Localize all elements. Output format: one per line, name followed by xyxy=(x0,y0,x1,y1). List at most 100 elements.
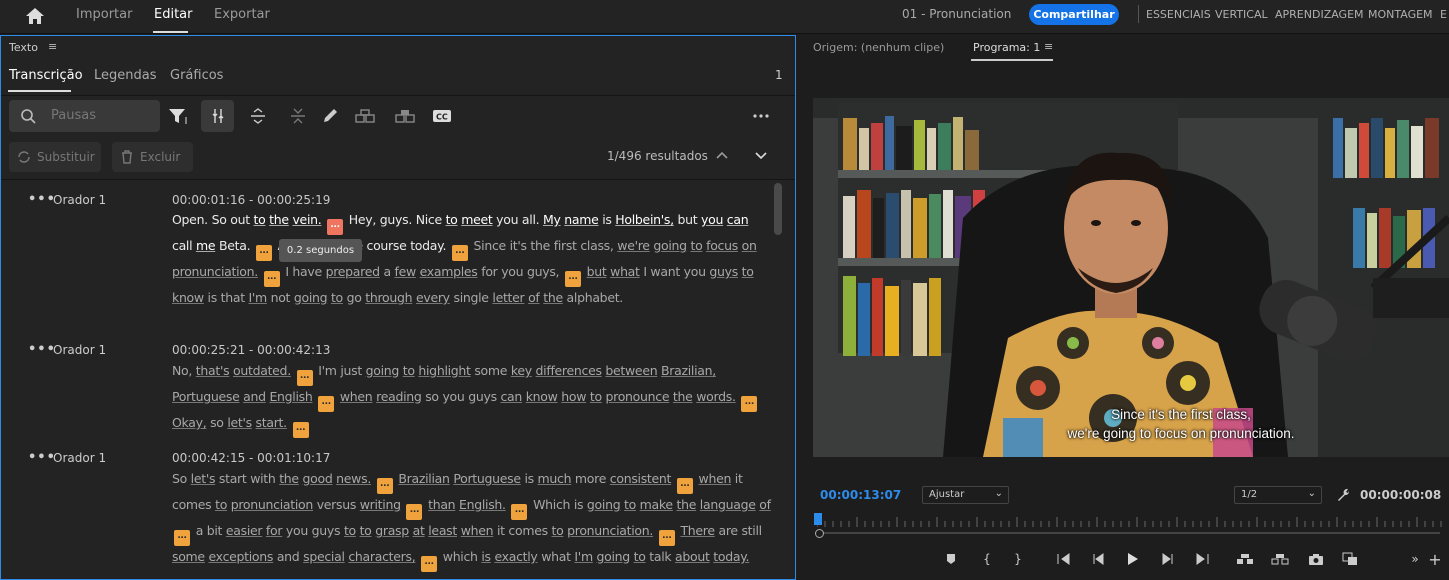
transcript-word[interactable]: can xyxy=(727,212,749,227)
transcript-word[interactable]: is xyxy=(208,290,218,305)
transcript-word[interactable]: to xyxy=(690,238,702,253)
zoom-handle[interactable] xyxy=(815,529,824,538)
tab-import[interactable]: Importar xyxy=(76,7,132,22)
transcript-word[interactable]: Brazilian, xyxy=(661,363,716,378)
playhead-timecode[interactable]: 00:00:13:07 xyxy=(820,488,901,502)
delete-button[interactable]: Excluir xyxy=(112,142,193,172)
workspace-editing[interactable]: MONTAGEM xyxy=(1368,8,1433,21)
step-forward-icon[interactable] xyxy=(1159,551,1177,567)
transcript-word[interactable]: you xyxy=(501,264,523,279)
transcript-word[interactable]: to xyxy=(215,497,227,512)
transcript-word[interactable]: course xyxy=(367,238,407,253)
transcript-word[interactable]: guys. xyxy=(380,212,413,227)
home-icon[interactable] xyxy=(24,6,46,26)
search-input[interactable]: Pausas xyxy=(9,100,160,132)
transcript-word[interactable]: when xyxy=(461,523,494,538)
transcript-word[interactable]: what xyxy=(610,264,640,279)
transcript-word[interactable]: start xyxy=(219,471,247,486)
add-button-icon[interactable]: + xyxy=(1426,550,1444,569)
transcript-word[interactable]: go xyxy=(347,290,362,305)
transcript-word[interactable]: Open. xyxy=(172,212,208,227)
transcript-word[interactable]: are xyxy=(718,523,738,538)
transcript-word[interactable]: of xyxy=(528,290,540,305)
transcript-word[interactable]: good xyxy=(303,471,333,486)
transcript-word[interactable]: not xyxy=(271,290,291,305)
transcript-word[interactable]: between xyxy=(605,363,657,378)
program-menu-icon[interactable]: ≡ xyxy=(1044,40,1053,53)
transcript-text-1[interactable]: Open. So out to the vein. ... Hey, guys.… xyxy=(172,209,772,308)
transcript-word[interactable]: when xyxy=(699,471,732,486)
transcript-word[interactable]: a xyxy=(196,523,204,538)
transcript-word[interactable]: focus xyxy=(706,238,738,253)
transcript-word[interactable]: out xyxy=(230,212,250,227)
transcript-word[interactable]: guys xyxy=(468,389,497,404)
transcript-word[interactable]: pronunciation. xyxy=(172,264,258,279)
transcript-word[interactable]: Holbein's, xyxy=(615,212,674,227)
transcript-word[interactable]: to xyxy=(624,497,636,512)
workspace-more[interactable]: E xyxy=(1440,8,1447,21)
transcript-word[interactable]: English. xyxy=(459,497,506,512)
transcript-word[interactable]: I'm xyxy=(574,549,593,564)
transcript-word[interactable]: when xyxy=(340,389,373,404)
transcript-word[interactable]: to xyxy=(254,212,266,227)
transcript-word[interactable]: prepared xyxy=(326,264,380,279)
transcript-word[interactable]: me xyxy=(196,238,216,253)
transcript-word[interactable]: single xyxy=(453,290,489,305)
transcript-word[interactable]: Okay, xyxy=(172,415,207,430)
chevron-down-icon[interactable] xyxy=(754,148,768,162)
transcript-word[interactable]: first xyxy=(554,238,577,253)
transcript-word[interactable]: call xyxy=(172,238,193,253)
transcript-word[interactable]: is xyxy=(602,212,612,227)
transcript-word[interactable]: going xyxy=(366,363,400,378)
transcript-word[interactable]: it's xyxy=(510,238,527,253)
transcript-word[interactable]: to xyxy=(403,363,415,378)
transcript-word[interactable]: to xyxy=(634,549,646,564)
resolution-dropdown[interactable]: 1/2 ⌄ xyxy=(1234,486,1322,504)
transcript-word[interactable]: I'm xyxy=(318,363,337,378)
pencil-icon[interactable] xyxy=(316,100,344,132)
transcript-word[interactable]: So xyxy=(212,212,227,227)
transcript-word[interactable]: it xyxy=(735,471,743,486)
pause-marker[interactable]: ... xyxy=(327,219,344,235)
transcript-word[interactable]: words. xyxy=(696,389,736,404)
transcript-word[interactable]: Brazilian xyxy=(398,471,450,486)
transcript-word[interactable]: some xyxy=(172,549,205,564)
transcript-word[interactable]: to xyxy=(331,290,343,305)
transcript-word[interactable]: No, xyxy=(172,363,192,378)
transcript-word[interactable]: to xyxy=(552,523,564,538)
transcript-word[interactable]: to xyxy=(344,523,356,538)
fit-dropdown[interactable]: Ajustar ⌄ xyxy=(922,486,1009,504)
transcript-word[interactable]: the xyxy=(676,497,696,512)
transcript-word[interactable]: consistent xyxy=(610,471,672,486)
transcript-word[interactable]: let's xyxy=(191,471,216,486)
pause-marker[interactable]: ... xyxy=(318,396,335,412)
transcript-word[interactable]: Nice xyxy=(416,212,442,227)
transcript-word[interactable]: vein. xyxy=(292,212,321,227)
transcript-word[interactable]: the xyxy=(673,389,693,404)
speaker-menu-icon[interactable]: ••• xyxy=(28,192,56,207)
transcript-word[interactable]: so xyxy=(210,415,224,430)
transcript-word[interactable]: than xyxy=(428,497,456,512)
scrollbar[interactable] xyxy=(774,183,782,235)
comparison-view-icon[interactable] xyxy=(1341,551,1359,567)
collapse-icon[interactable] xyxy=(284,100,312,132)
pause-marker[interactable]: ... xyxy=(564,271,581,287)
go-to-out-icon[interactable] xyxy=(1193,551,1211,567)
playhead[interactable] xyxy=(814,513,822,525)
transcript-word[interactable]: about xyxy=(675,549,710,564)
transcript-word[interactable]: to xyxy=(742,264,754,279)
transcript-word[interactable]: comes xyxy=(172,497,212,512)
transcript-word[interactable]: know xyxy=(172,290,204,305)
pause-marker[interactable]: ... xyxy=(676,478,693,494)
transcript-word[interactable]: to xyxy=(360,523,372,538)
transcript-word[interactable]: language xyxy=(700,497,756,512)
tab-export[interactable]: Exportar xyxy=(214,7,270,22)
pause-marker[interactable]: ... xyxy=(296,370,313,386)
transcript-word[interactable]: have xyxy=(292,264,322,279)
transcript-word[interactable]: so xyxy=(425,389,439,404)
transcript-word[interactable]: exactly xyxy=(494,549,537,564)
tab-edit[interactable]: Editar xyxy=(154,7,193,22)
pause-marker[interactable]: ... xyxy=(421,556,438,572)
pause-marker[interactable]: ... xyxy=(741,396,758,412)
transcript-word[interactable]: which xyxy=(443,549,478,564)
